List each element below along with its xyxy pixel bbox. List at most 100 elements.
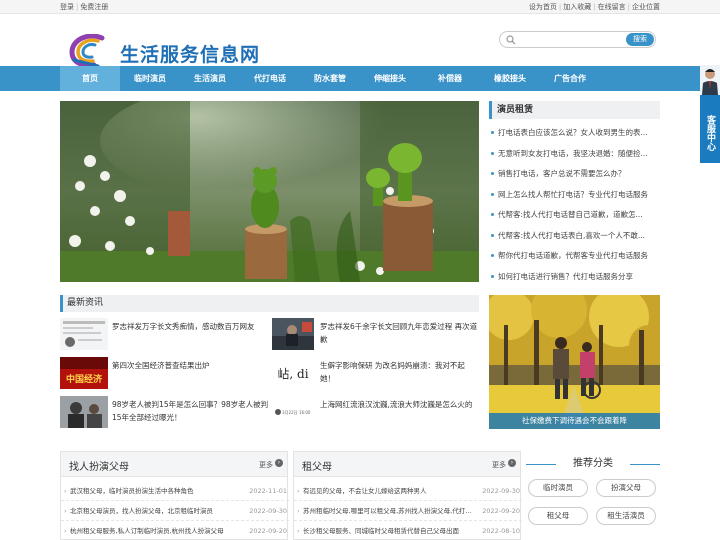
- category-chip-rent-parents[interactable]: 租父母: [528, 507, 588, 525]
- customer-service-avatar: [700, 65, 720, 95]
- news-title[interactable]: 生僻字影响保研 为改名妈妈崩溃：我对不起她！: [320, 359, 478, 385]
- more-link[interactable]: 更多: [492, 460, 506, 470]
- news-item[interactable]: 3月22日 16:00 上海网红流浪汉沈巍,流浪大师沈巍是怎么火的: [272, 396, 479, 432]
- news-title[interactable]: 98岁老人被判15年是怎么回事？98岁老人被判15年全部经过曝光！: [112, 398, 270, 424]
- list-item[interactable]: 销售打电话，客户总说不需要怎么办？: [489, 164, 660, 185]
- more-link[interactable]: 更多: [259, 460, 273, 470]
- news-thumbnail[interactable]: 中国经济: [60, 357, 108, 389]
- add-favorite-link[interactable]: 加入收藏: [563, 3, 591, 11]
- featured-photo-panel[interactable]: 社保缴费下调待遇会不会跟着降: [489, 295, 660, 429]
- category-chip-play-parents[interactable]: 扮演父母: [596, 479, 656, 497]
- bullet-icon: ›: [64, 507, 67, 515]
- company-location-link[interactable]: 企业位置: [632, 3, 660, 11]
- list-box-title[interactable]: 租父母: [302, 458, 332, 473]
- list-item[interactable]: 帮你代打电话道歉，代帮客专业代打电话服务: [489, 246, 660, 267]
- banner-image: [60, 101, 479, 282]
- set-homepage-link[interactable]: 设为首页: [529, 3, 557, 11]
- nav-item-home[interactable]: 首页: [60, 66, 120, 91]
- chevron-right-icon[interactable]: ›: [275, 459, 283, 467]
- bullet-icon: ›: [297, 527, 300, 535]
- search-input[interactable]: [520, 34, 620, 46]
- list-item[interactable]: 打电话表白应该怎么说？女人收到男生的表...: [489, 123, 660, 144]
- list-item[interactable]: 代帮客:找人代打电话替自己道歉，道歉怎...: [489, 205, 660, 226]
- economy-thumb-text: 中国经济: [66, 373, 103, 385]
- bullet-icon: ›: [297, 487, 300, 495]
- site-logo[interactable]: [68, 34, 108, 68]
- nav-item-waterproof-sleeve[interactable]: 防水套管: [300, 66, 360, 91]
- news-item[interactable]: 岾, di 生僻字影响保研 为改名妈妈崩溃：我对不起她！: [272, 357, 479, 393]
- recommended-categories: 推荐分类 临时演员 扮演父母 租父母 租生活演员: [526, 451, 660, 540]
- list-box-header: 租父母 更多 ›: [294, 452, 520, 477]
- news-title[interactable]: 上海网红流浪汉沈巍,流浪大师沈巍是怎么火的: [320, 398, 478, 411]
- list-item-text[interactable]: 苏州租临时父母,哪里可以租父母,苏州找人扮演父母,代打...: [303, 501, 483, 521]
- list-item[interactable]: › 有远见的父母，不会让女儿嫁给这两种男人 2022-09-30: [294, 481, 522, 501]
- news-item[interactable]: 98岁老人被判15年是怎么回事？98岁老人被判15年全部经过曝光！: [60, 396, 270, 432]
- list-box-header: 找人扮演父母 更多 ›: [61, 452, 287, 477]
- search-icon: [506, 35, 516, 45]
- list-item[interactable]: › 武汉租父母，临时演员扮演生活中各种角色 2022-11-01: [61, 481, 289, 501]
- nav-item-life-actors[interactable]: 生活演员: [180, 66, 240, 91]
- main-nav: 首页 临时演员 生活演员 代打电话 防水套管 伸缩接头 补偿器 橡胶接头 广告合…: [0, 66, 720, 91]
- list-item-text[interactable]: 有远见的父母，不会让女儿嫁给这两种男人: [303, 481, 483, 501]
- news-thumbnail[interactable]: [60, 396, 108, 428]
- actor-rental-list: 打电话表白应该怎么说？女人收到男生的表... 无意听到女友打电话，我坚决退婚：随…: [489, 123, 660, 287]
- news-title[interactable]: 第四次全国经济普查结果出炉: [112, 359, 270, 372]
- list-item-text[interactable]: 长沙租父母服务、同城临时父母租赁代替自己父母出面: [303, 521, 483, 540]
- list-item[interactable]: 代帮客:找人代打电话表白,喜欢一个人不敢...: [489, 226, 660, 247]
- nav-item-advertising[interactable]: 广告合作: [540, 66, 600, 91]
- customer-service-widget[interactable]: 客服中心: [700, 65, 720, 165]
- news-item[interactable]: 罗志祥发6千余字长文回顾九年恋爱过程 再次道歉: [272, 318, 479, 354]
- customer-service-label[interactable]: 客服中心: [700, 95, 720, 163]
- list-item-text[interactable]: 杭州租父母服务,私人订制临时演员,杭州找人扮演父母: [70, 521, 250, 540]
- nav-item-rubber-joint[interactable]: 橡胶接头: [480, 66, 540, 91]
- list-item-text[interactable]: 北京租父母演员，找人扮演父母，北京租临时演员: [70, 501, 250, 521]
- categories-title: 推荐分类: [526, 451, 660, 477]
- bullet-icon: ›: [297, 507, 300, 515]
- featured-photo-caption[interactable]: 社保缴费下调待遇会不会跟着降: [489, 413, 660, 429]
- search-button[interactable]: 搜索: [626, 33, 654, 46]
- news-item[interactable]: 罗志祥发万字长文秀痴情，感动数百万网友: [60, 318, 270, 354]
- category-chip-temp-actors[interactable]: 临时演员: [528, 479, 588, 497]
- rare-char-thumb-text: 岾, di: [277, 367, 308, 381]
- list-item[interactable]: 无意听到女友打电话，我坚决退婚：随便捡...: [489, 144, 660, 165]
- list-item[interactable]: › 长沙租父母服务、同城临时父母租赁代替自己父母出面 2022-08-10: [294, 521, 522, 540]
- latest-news-panel: 最新资讯 罗志祥发万字长文秀痴情，感动数百万网友 罗志祥发6千余字长文回顾九年恋…: [60, 295, 479, 435]
- news-item[interactable]: 中国经济 第四次全国经济普查结果出炉: [60, 357, 270, 393]
- nav-item-proxy-call[interactable]: 代打电话: [240, 66, 300, 91]
- top-bar: 登录 | 免费注册 设为首页 | 加入收藏 | 在线留言 | 企业位置: [0, 0, 720, 14]
- video-date-thumb-text: 3月22日 16:00: [282, 410, 311, 415]
- list-item[interactable]: 网上怎么找人帮忙打电话？专业代打电话服务: [489, 185, 660, 206]
- list-item[interactable]: › 杭州租父母服务,私人订制临时演员,杭州找人扮演父母 2022-09-20: [61, 521, 289, 540]
- list-box-title[interactable]: 找人扮演父母: [69, 458, 129, 473]
- list-item[interactable]: › 北京租父母演员，找人扮演父母，北京租临时演员 2022-09-30: [61, 501, 289, 521]
- list-item[interactable]: › 苏州租临时父母,哪里可以租父母,苏州找人扮演父母,代打... 2022-09…: [294, 501, 522, 521]
- news-title[interactable]: 罗志祥发6千余字长文回顾九年恋爱过程 再次道歉: [320, 320, 478, 346]
- list-item-text[interactable]: 武汉租父母，临时演员扮演生活中各种角色: [70, 481, 250, 501]
- list-item-date: 2022-08-10: [482, 527, 520, 535]
- rent-parents-list-box: 租父母 更多 › › 有远见的父母，不会让女儿嫁给这两种男人 2022-09-3…: [293, 451, 522, 540]
- bullet-icon: ›: [64, 527, 67, 535]
- register-link[interactable]: 免费注册: [80, 3, 108, 11]
- news-thumbnail[interactable]: [60, 318, 108, 350]
- actor-rental-title[interactable]: 演员租赁: [489, 101, 660, 119]
- login-link[interactable]: 登录: [60, 3, 74, 11]
- list-item-date: 2022-09-20: [249, 527, 287, 535]
- nav-item-temp-actors[interactable]: 临时演员: [120, 66, 180, 91]
- online-message-link[interactable]: 在线留言: [598, 3, 626, 11]
- news-thumbnail[interactable]: [272, 318, 314, 350]
- hero-banner[interactable]: [60, 101, 479, 282]
- news-title[interactable]: 罗志祥发万字长文秀痴情，感动数百万网友: [112, 320, 270, 333]
- list-item-date: 2022-11-01: [249, 487, 287, 495]
- nav-item-compensator[interactable]: 补偿器: [420, 66, 480, 91]
- featured-photo: [489, 295, 660, 429]
- site-title[interactable]: 生活服务信息网: [120, 40, 260, 67]
- nav-item-expansion-joint[interactable]: 伸缩接头: [360, 66, 420, 91]
- find-parents-list-box: 找人扮演父母 更多 › › 武汉租父母，临时演员扮演生活中各种角色 2022-1…: [60, 451, 289, 540]
- top-bar-right: 设为首页 | 加入收藏 | 在线留言 | 企业位置: [528, 3, 660, 11]
- chevron-right-icon[interactable]: ›: [508, 459, 516, 467]
- category-chip-rent-life-actors[interactable]: 租生活演员: [596, 507, 656, 525]
- latest-news-title[interactable]: 最新资讯: [60, 295, 479, 312]
- list-item[interactable]: 如何打电话进行销售？代打电话服务分享: [489, 267, 660, 288]
- news-thumbnail[interactable]: 岾, di: [272, 357, 314, 389]
- news-thumbnail[interactable]: 3月22日 16:00: [272, 396, 314, 428]
